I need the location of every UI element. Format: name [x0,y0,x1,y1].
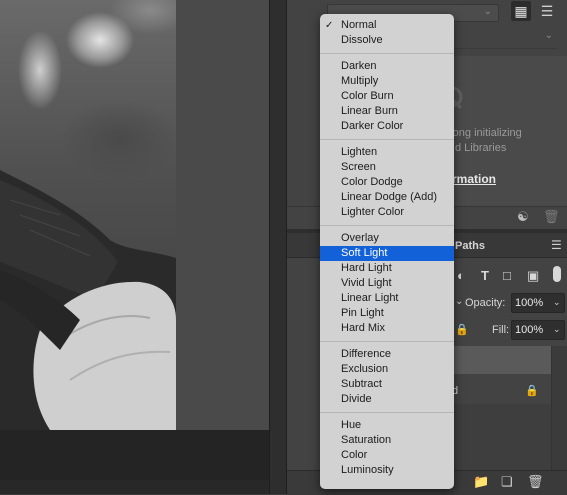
blend-mode-label: Linear Light [341,292,399,304]
blend-mode-item[interactable]: Dissolve [320,33,454,48]
canvas-background [176,0,269,430]
blend-mode-item[interactable]: Hard Light [320,261,454,276]
blend-mode-item[interactable]: Color Dodge [320,175,454,190]
library-error-text: rong initializing [449,127,522,139]
blend-mode-item[interactable]: Multiply [320,74,454,89]
blend-mode-item[interactable]: Linear Dodge (Add) [320,190,454,205]
blend-mode-item[interactable]: Saturation [320,433,454,448]
blend-mode-label: Hard Light [341,262,392,274]
blend-mode-menu: ✓ Normal Dissolve Darken Multiply Color Burn L… [320,14,454,489]
blend-mode-label: Darken [341,60,377,72]
layer-list-empty [447,404,551,470]
blend-mode-item[interactable]: Linear Burn [320,104,454,119]
blend-mode-label: Subtract [341,378,382,390]
trash-icon[interactable]: 🗑 [543,209,560,225]
menu-separator [320,225,454,226]
blend-mode-item[interactable]: Soft Light [320,246,454,261]
type-filter-icon[interactable]: T [481,268,489,283]
blend-mode-item[interactable]: Lighten [320,145,454,160]
blend-mode-label: Linear Dodge (Add) [341,191,438,203]
blend-mode-item[interactable]: Luminosity [320,463,454,478]
grid-view-button[interactable]: ▦ [511,1,531,21]
blend-mode-label: Dissolve [341,34,383,46]
fill-value[interactable]: 100% [515,324,543,336]
blend-mode-label: Color [341,449,368,461]
list-view-button[interactable]: ☰ [537,1,557,21]
blend-mode-item[interactable]: Pin Light [320,306,454,321]
chevron-down-icon[interactable]: ⌄ [553,297,561,308]
blend-mode-item[interactable]: Lighter Color [320,205,454,220]
blend-mode-label: Darker Color [341,120,404,132]
blend-mode-label: Screen [341,161,376,173]
lock-icon[interactable]: 🔒 [455,323,469,336]
blend-mode-label: Divide [341,393,372,405]
trash-icon[interactable]: 🗑 [527,474,544,490]
shape-filter-icon[interactable]: □ [503,268,511,283]
opacity-value[interactable]: 100% [515,297,543,309]
menu-separator [320,412,454,413]
blend-mode-item[interactable]: Color Burn [320,89,454,104]
filter-toggle[interactable] [553,266,561,282]
lock-icon: 🔒 [525,385,539,397]
blend-mode-item[interactable]: Vivid Light [320,276,454,291]
blend-mode-item[interactable]: Darker Color [320,119,454,134]
blend-mode-item[interactable]: Difference [320,347,454,362]
blend-mode-label: Color Burn [341,90,394,102]
blend-mode-label: Saturation [341,434,392,446]
canvas-scrollbar[interactable] [269,0,286,494]
document-canvas[interactable] [0,0,285,494]
chevron-down-icon[interactable]: ⌄ [553,324,561,335]
blend-mode-label: Exclusion [341,363,389,375]
blend-mode-label: Lighter Color [341,206,404,218]
menu-separator [320,53,454,54]
canvas-photo [0,0,176,430]
chevron-down-icon[interactable]: ⌄ [455,296,463,307]
chevron-down-icon: ⌄ [483,6,492,17]
layers-scrollbar[interactable] [551,346,567,470]
blend-mode-item[interactable]: Exclusion [320,362,454,377]
library-error-text: d Libraries [455,142,507,154]
menu-separator [320,139,454,140]
blend-mode-label: Luminosity [341,464,394,476]
checkmark-icon: ✓ [325,20,334,31]
blend-mode-label: Difference [341,348,391,360]
blend-mode-label: Normal [341,19,377,31]
blend-mode-item[interactable]: Overlay [320,231,454,246]
adjustment-filter-icon[interactable]: ◐ [457,268,465,283]
blend-mode-item[interactable]: Hard Mix [320,321,454,336]
menu-separator [320,341,454,342]
panel-menu-icon[interactable]: ☰ [551,238,562,252]
blend-mode-label: Hard Mix [341,322,386,334]
blend-mode-label: Color Dodge [341,176,403,188]
blend-mode-item[interactable]: Color [320,448,454,463]
blend-mode-item[interactable]: Divide [320,392,454,407]
blend-mode-label: Lighten [341,146,378,158]
blend-mode-label: Linear Burn [341,105,398,117]
folder-icon[interactable]: 📁 [473,474,489,490]
blend-mode-item[interactable]: ✓ Normal [320,18,454,33]
blend-mode-label: Hue [341,419,362,431]
grid-icon: ▦ [514,3,528,19]
blend-mode-label: Pin Light [341,307,384,319]
opacity-label: Opacity: [465,297,506,309]
blend-mode-item[interactable]: Screen [320,160,454,175]
tab-paths[interactable]: Paths [455,240,485,252]
blend-mode-item[interactable]: Darken [320,59,454,74]
chevron-down-icon: ⌄ [544,30,553,41]
more-information-link[interactable]: rmation [452,172,496,186]
sync-icon[interactable]: ☯ [517,209,533,225]
blend-mode-label: Vivid Light [341,277,392,289]
blend-mode-item[interactable]: Hue [320,418,454,433]
layer-row[interactable] [447,346,551,374]
new-layer-icon[interactable]: ❏ [501,474,513,490]
blend-mode-item[interactable]: Subtract [320,377,454,392]
fill-label: Fill: [492,324,510,336]
blend-mode-label: Overlay [341,232,379,244]
blend-mode-item[interactable]: Linear Light [320,291,454,306]
blend-mode-label: Soft Light [341,247,388,259]
smart-object-filter-icon[interactable]: ▣ [527,268,539,284]
list-icon: ☰ [540,3,554,19]
canvas-pasteboard [0,430,269,480]
blend-mode-label: Multiply [341,75,379,87]
